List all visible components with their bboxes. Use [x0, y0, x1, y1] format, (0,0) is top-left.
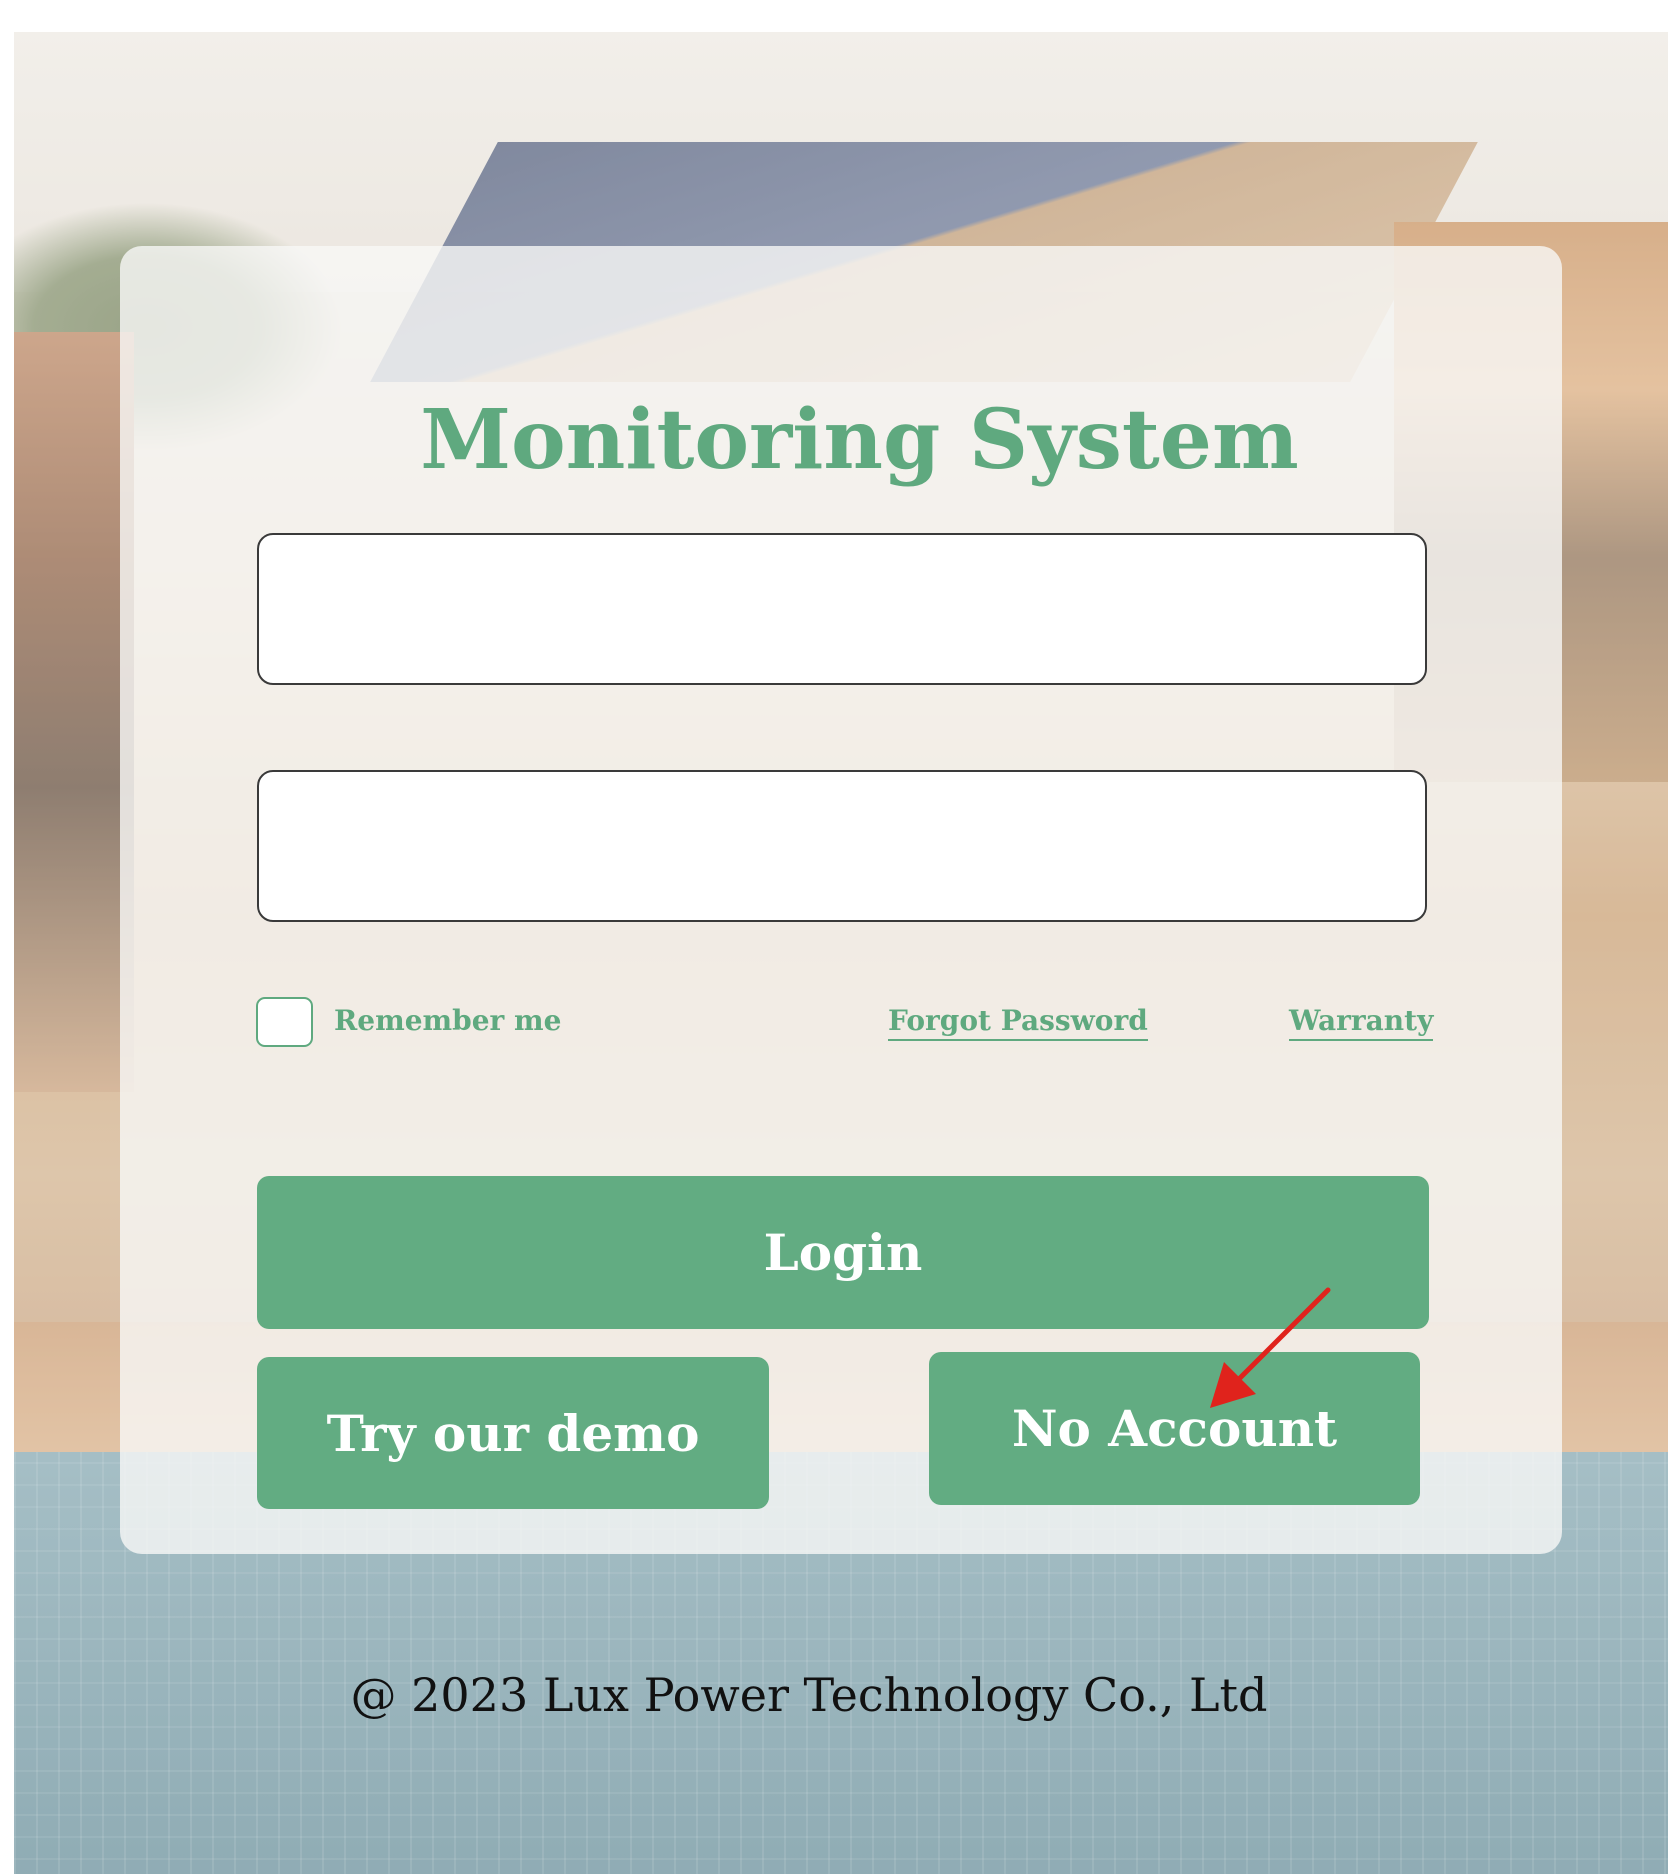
username-input[interactable]	[257, 533, 1427, 685]
remember-me-checkbox[interactable]	[256, 997, 313, 1047]
red-arrow-icon	[1210, 1287, 1331, 1408]
forgot-password-link[interactable]: Forgot Password	[888, 1004, 1148, 1041]
page-title: Monitoring System	[420, 392, 1299, 488]
password-input[interactable]	[257, 770, 1427, 922]
no-account-button[interactable]: No Account	[929, 1352, 1420, 1505]
footer-copyright: @ 2023 Lux Power Technology Co., Ltd	[350, 1668, 1268, 1722]
try-demo-button[interactable]: Try our demo	[257, 1357, 769, 1509]
warranty-link[interactable]: Warranty	[1289, 1004, 1434, 1041]
remember-me-label[interactable]: Remember me	[334, 1004, 562, 1037]
